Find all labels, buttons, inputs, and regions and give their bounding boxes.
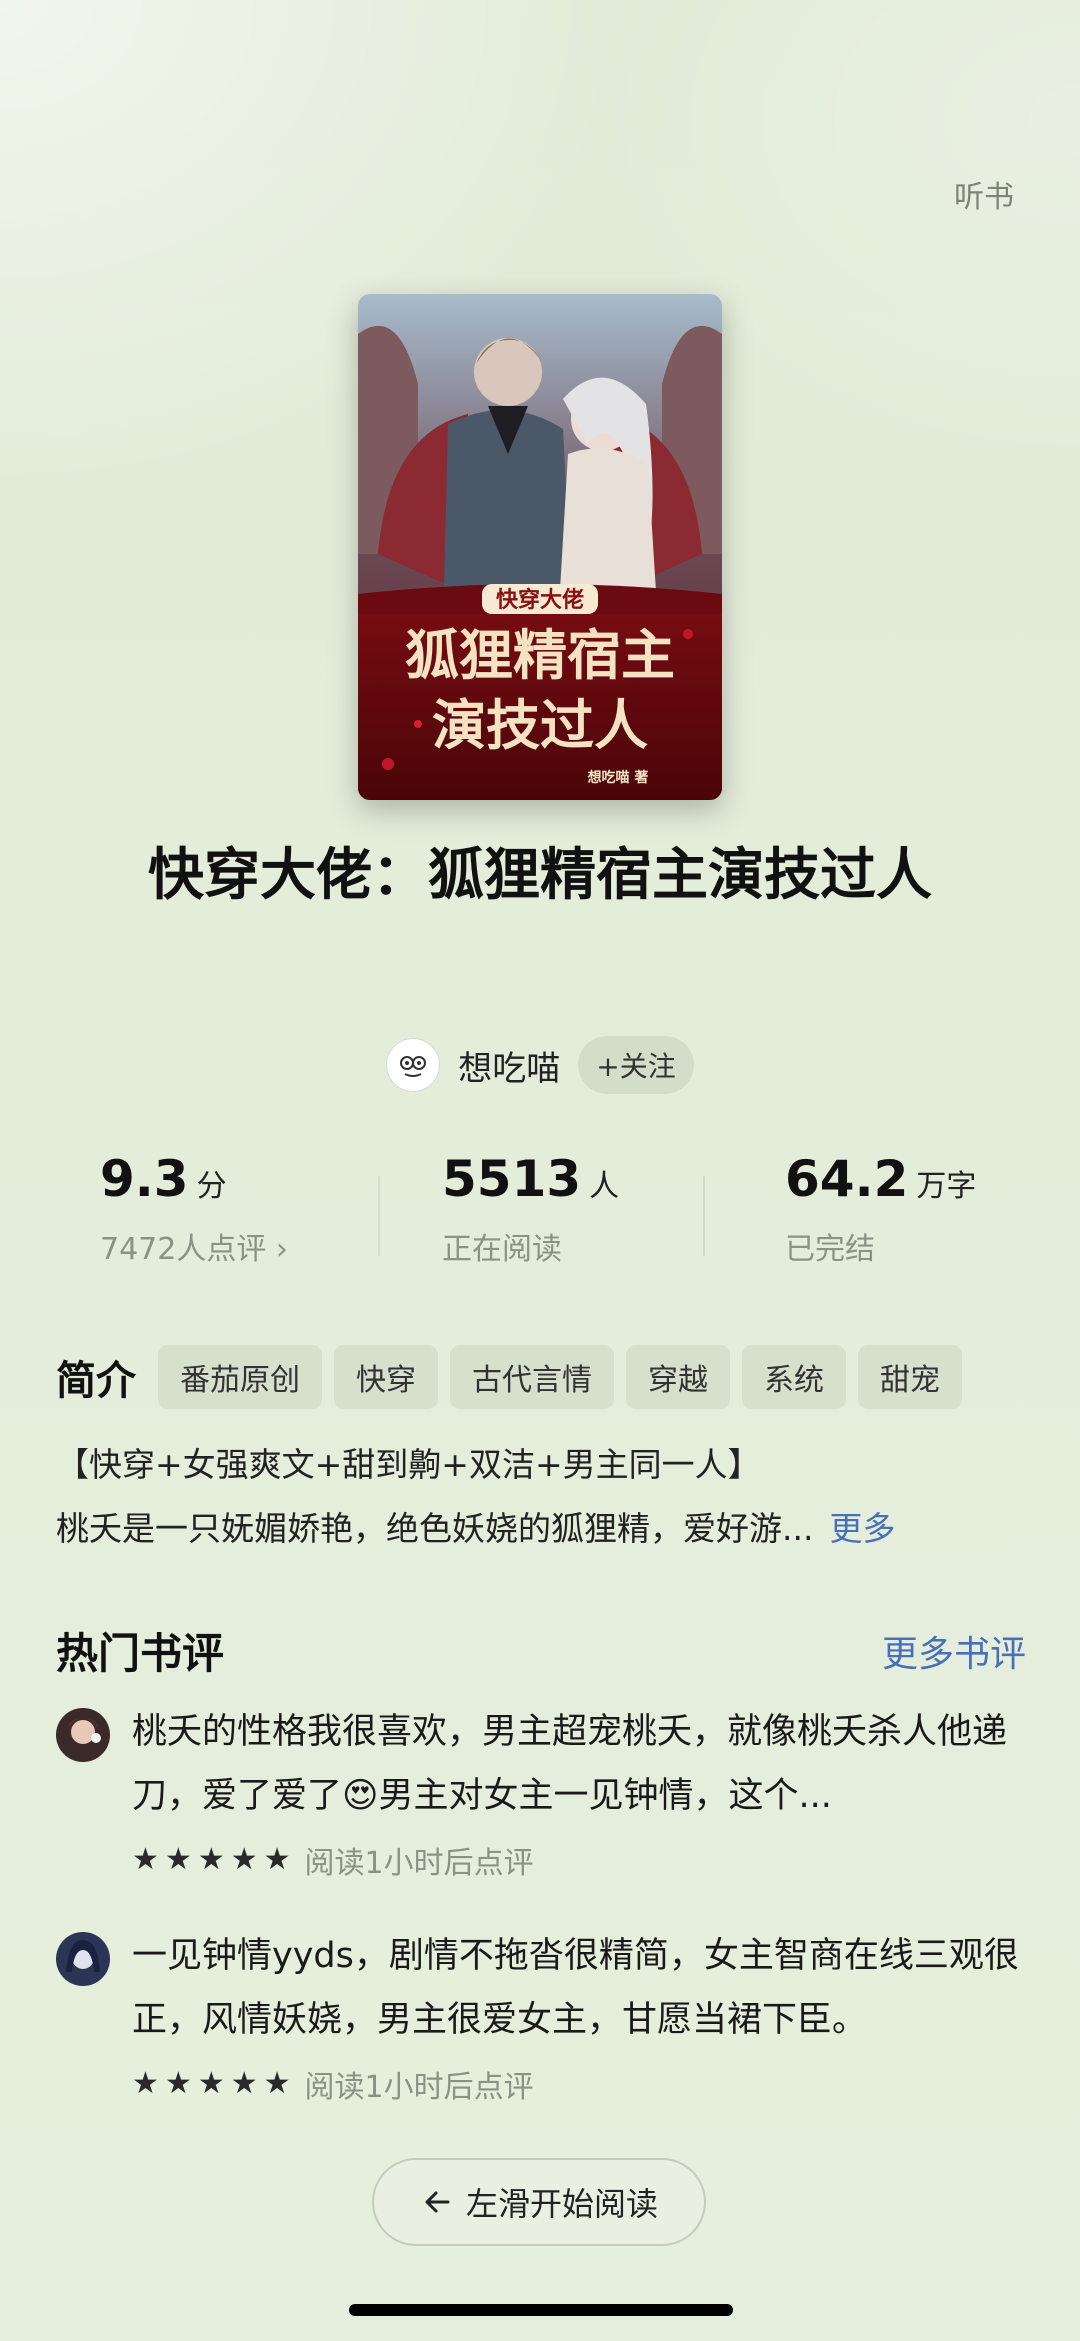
review-text: 桃夭的性格我很喜欢，男主超宠桃夭，就像桃夭杀人他递刀，爱了爱了😍男主对女主一见钟…	[132, 1712, 1008, 1816]
listen-button[interactable]: 听书	[954, 172, 1014, 216]
words-stat: 64.2 万字 已完结	[785, 1150, 976, 1268]
star-icon: ★	[197, 2066, 225, 2101]
star-icon: ★	[230, 2066, 258, 2101]
intro-tags-row: 简介 番茄原创 快穿 古代言情 穿越 系统 甜宠	[56, 1345, 1036, 1409]
author-row: 想吃喵 +关注	[0, 1036, 1080, 1094]
home-indicator[interactable]	[349, 2304, 733, 2316]
review-text: 一见钟情yyds，剧情不拖沓很精简，女主智商在线三观很正，风情妖娆，男主很爱女主…	[132, 1936, 1019, 2040]
star-icon: ★	[263, 2066, 291, 2101]
rating-stat[interactable]: 9.3 分 7472人点评 ›	[100, 1150, 288, 1268]
star-icon: ★	[132, 1842, 159, 1877]
tag-chip[interactable]: 快穿	[334, 1345, 438, 1409]
intro-more-link[interactable]: 更多	[829, 1509, 895, 1548]
intro-text-line1: 【快穿+女强爽文+甜到齁+双洁+男主同一人】	[56, 1445, 761, 1484]
cover-top-text: 快穿大佬	[496, 587, 584, 613]
review-time: 阅读1小时后点评	[304, 1846, 534, 1881]
words-unit: 万字	[916, 1169, 977, 1204]
rating-value: 9.3	[100, 1150, 189, 1208]
star-icon: ★	[132, 2066, 159, 2101]
review-meta: ★ ★ ★ ★ ★ 阅读1小时后点评	[132, 1838, 534, 1882]
book-cover-art: 快穿大佬 狐狸精宿主 演技过人 想吃喵 著	[358, 294, 722, 800]
words-value: 64.2	[785, 1150, 909, 1208]
stats-row: 9.3 分 7472人点评 › 5513 人 正在阅读 64.2 万字 已完结	[0, 1150, 1080, 1290]
status-label: 已完结	[785, 1232, 875, 1267]
tag-chip[interactable]: 番茄原创	[158, 1345, 322, 1409]
reviewer-avatar-image	[56, 1932, 110, 1986]
cover-title-line1: 狐狸精宿主	[405, 623, 675, 687]
rating-unit: 分	[196, 1169, 227, 1204]
readers-unit: 人	[589, 1169, 620, 1204]
star-icon: ★	[197, 1842, 225, 1877]
star-icon: ★	[230, 1842, 258, 1877]
rating-count: 7472人点评 ›	[100, 1232, 288, 1267]
review-item[interactable]: 桃夭的性格我很喜欢，男主超宠桃夭，就像桃夭杀人他递刀，爱了爱了😍男主对女主一见钟…	[56, 1700, 1026, 1900]
star-icon: ★	[164, 2066, 192, 2101]
book-cover[interactable]: 快穿大佬 狐狸精宿主 演技过人 想吃喵 著	[358, 294, 722, 800]
review-stars: ★ ★ ★ ★ ★	[132, 1845, 291, 1875]
review-meta: ★ ★ ★ ★ ★ 阅读1小时后点评	[132, 2062, 534, 2106]
star-icon: ★	[164, 1842, 192, 1877]
review-stars: ★ ★ ★ ★ ★	[132, 2069, 291, 2099]
author-avatar-icon	[400, 1056, 427, 1077]
more-reviews-link[interactable]: 更多书评	[882, 1625, 1026, 1677]
intro-text-line2: 桃夭是一只妩媚娇艳，绝色妖娆的狐狸精，爱好游...	[56, 1509, 814, 1548]
reviews-header: 热门书评 更多书评	[56, 1620, 1026, 1681]
cover-byline: 想吃喵 著	[587, 769, 649, 786]
start-reading-label: 左滑开始阅读	[465, 2185, 658, 2223]
tag-chip[interactable]: 系统	[742, 1345, 846, 1409]
cover-title-line2: 演技过人	[432, 693, 648, 757]
tag-chip[interactable]: 穿越	[626, 1345, 730, 1409]
intro-label: 简介	[56, 1358, 136, 1404]
tag-chip[interactable]: 古代言情	[450, 1345, 614, 1409]
stat-divider	[703, 1176, 705, 1256]
arrow-left-icon	[425, 2191, 450, 2213]
reviewer-avatar-image	[56, 1708, 110, 1762]
start-reading-button[interactable]: 左滑开始阅读	[372, 2158, 706, 2246]
reviews-title: 热门书评	[56, 1629, 225, 1678]
star-icon: ★	[263, 1842, 291, 1877]
review-time: 阅读1小时后点评	[304, 2070, 534, 2105]
book-title: 快穿大佬：狐狸精宿主演技过人	[148, 843, 932, 908]
stat-divider	[378, 1176, 380, 1256]
reviewer-avatar[interactable]	[56, 1932, 110, 1986]
readers-stat: 5513 人 正在阅读	[442, 1150, 619, 1268]
tag-chip[interactable]: 甜宠	[858, 1345, 962, 1409]
follow-button[interactable]: +关注	[578, 1036, 694, 1094]
review-item[interactable]: 一见钟情yyds，剧情不拖沓很精简，女主智商在线三观很正，风情妖娆，男主很爱女主…	[56, 1924, 1026, 2124]
author-name[interactable]: 想吃喵	[458, 1041, 560, 1090]
readers-value: 5513	[442, 1150, 582, 1208]
intro-text-line2-row: 桃夭是一只妩媚娇艳，绝色妖娆的狐狸精，爱好游... 更多	[56, 1502, 1036, 1550]
author-avatar[interactable]	[386, 1038, 441, 1092]
reviewer-avatar[interactable]	[56, 1708, 110, 1762]
readers-label: 正在阅读	[442, 1232, 562, 1267]
